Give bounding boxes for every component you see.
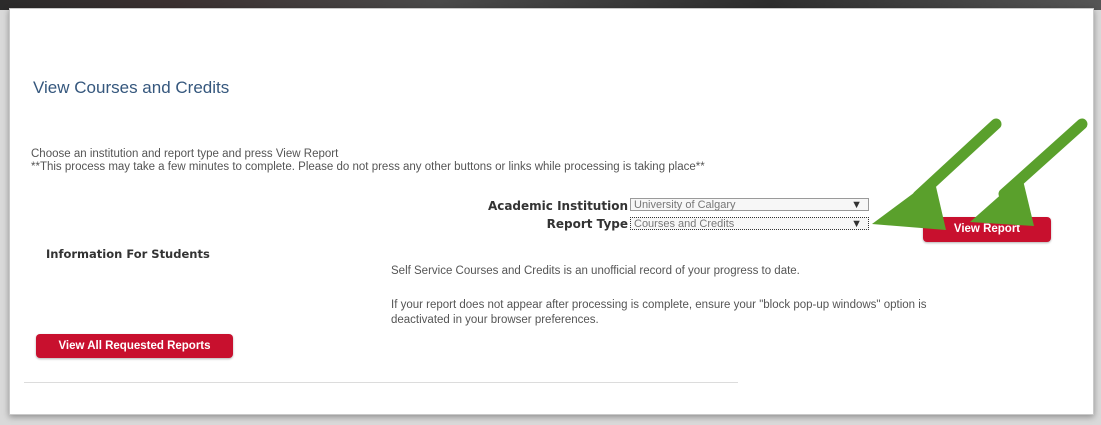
academic-institution-label: Academic Institution: [487, 199, 628, 213]
processing-warning: **This process may take a few minutes to…: [31, 161, 705, 173]
report-dialog: View Courses and Credits Choose an insti…: [9, 8, 1094, 415]
info-paragraph-unofficial-record: Self Service Courses and Credits is an u…: [391, 265, 800, 277]
academic-institution-select[interactable]: University of Calgary ▼: [630, 198, 869, 211]
report-type-value: Courses and Credits: [634, 218, 735, 230]
report-type-select[interactable]: Courses and Credits ▼: [630, 217, 869, 230]
instruction-text: Choose an institution and report type an…: [31, 148, 339, 160]
academic-institution-value: University of Calgary: [634, 199, 736, 211]
chevron-down-icon[interactable]: ▼: [851, 218, 862, 231]
info-paragraph-popup-blocker: If your report does not appear after pro…: [391, 299, 927, 326]
report-type-label: Report Type: [546, 217, 628, 231]
instructions: Choose an institution and report type an…: [31, 148, 811, 174]
view-report-button[interactable]: View Report: [923, 217, 1051, 242]
info-section-title: Information For Students: [46, 247, 210, 261]
divider: [24, 382, 738, 383]
chevron-down-icon[interactable]: ▼: [851, 199, 862, 212]
view-all-requested-reports-button[interactable]: View All Requested Reports: [36, 334, 233, 358]
page-title: View Courses and Credits: [33, 78, 230, 97]
